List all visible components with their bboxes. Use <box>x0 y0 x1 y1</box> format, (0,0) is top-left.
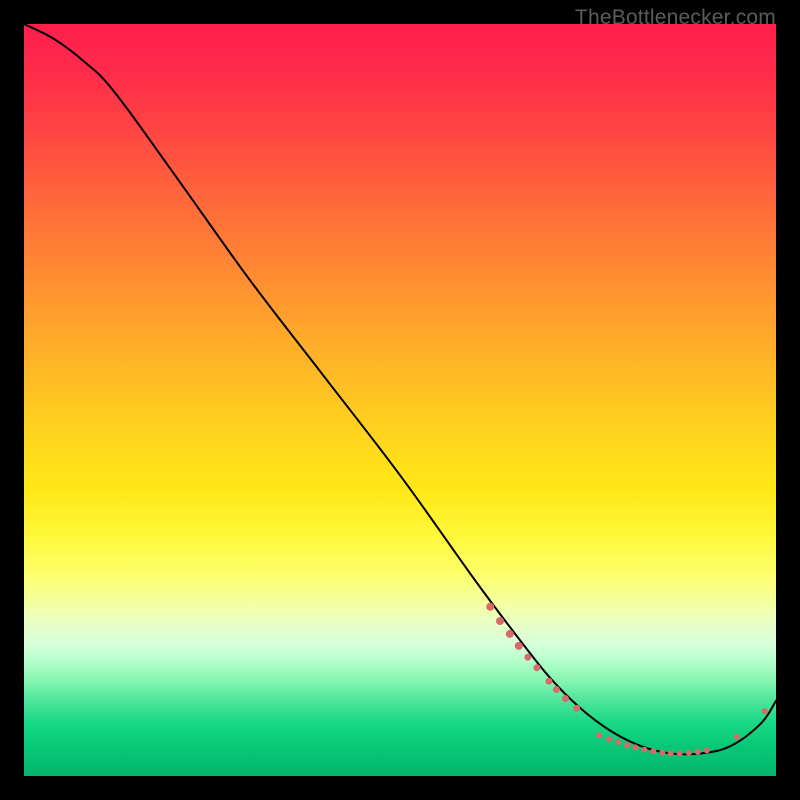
data-marker <box>496 617 504 625</box>
data-marker <box>659 750 665 756</box>
data-marker <box>506 630 514 638</box>
data-marker <box>573 705 580 712</box>
data-marker <box>632 744 638 750</box>
data-marker <box>545 678 552 685</box>
data-marker <box>533 664 540 671</box>
data-marker <box>486 603 494 611</box>
data-marker <box>562 695 569 702</box>
data-marker <box>650 748 656 754</box>
data-marker <box>704 747 710 753</box>
chart-stage: TheBottlenecker.com <box>0 0 800 800</box>
data-marker <box>615 739 621 745</box>
data-marker <box>606 736 612 742</box>
attribution-text: TheBottlenecker.com <box>575 6 776 30</box>
data-marker <box>641 747 647 753</box>
data-marker <box>734 734 740 740</box>
chart-svg <box>24 24 776 776</box>
chart-plot-area <box>24 24 776 776</box>
data-marker <box>762 708 768 714</box>
marker-group <box>486 603 768 757</box>
data-marker <box>553 686 560 693</box>
data-marker <box>668 750 674 756</box>
data-marker <box>515 642 523 650</box>
data-marker <box>677 750 683 756</box>
data-marker <box>596 732 602 738</box>
data-marker <box>695 749 701 755</box>
data-marker <box>686 750 692 756</box>
data-marker <box>524 654 531 661</box>
data-marker <box>624 742 630 748</box>
bottleneck-curve-path <box>24 24 776 754</box>
